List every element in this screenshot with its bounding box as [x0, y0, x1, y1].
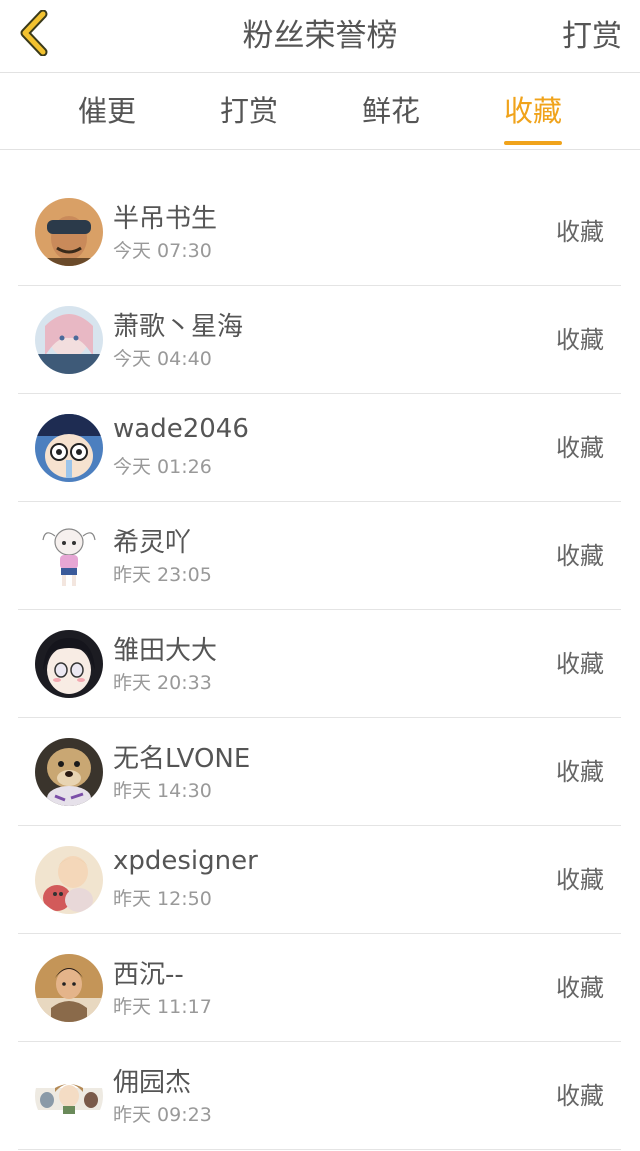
avatar	[35, 198, 103, 266]
avatar	[35, 630, 103, 698]
collect-label: 收藏	[556, 434, 604, 462]
list-item[interactable]: wade2046 今天 01:26 收藏	[18, 394, 621, 502]
fan-name: 希灵吖	[113, 528, 192, 558]
fan-time: 昨天 09:23	[113, 1104, 212, 1126]
fan-time: 昨天 23:05	[113, 564, 212, 586]
list-item[interactable]: 希灵吖 昨天 23:05 收藏	[18, 502, 621, 610]
tab-collect[interactable]: 收藏	[503, 73, 563, 149]
fan-name: xpdesigner	[113, 846, 258, 876]
active-tab-indicator	[503, 141, 563, 145]
collect-label: 收藏	[556, 650, 604, 678]
fan-list: 半吊书生 今天 07:30 收藏 萧歌丶星海 今天 04:40 收藏 wade2…	[18, 178, 621, 1150]
avatar	[35, 954, 103, 1022]
list-item[interactable]: 半吊书生 今天 07:30 收藏	[18, 178, 621, 286]
fan-name: 半吊书生	[113, 204, 218, 234]
tab-reward[interactable]: 打赏	[220, 73, 278, 149]
tab-label: 催更	[77, 94, 137, 128]
fan-name: 雏田大大	[113, 636, 218, 666]
avatar	[35, 738, 103, 806]
fan-time: 昨天 20:33	[113, 672, 212, 694]
list-item[interactable]: 萧歌丶星海 今天 04:40 收藏	[18, 286, 621, 394]
fan-time: 今天 07:30	[113, 240, 212, 262]
tab-label: 打赏	[219, 94, 279, 128]
collect-label: 收藏	[556, 1082, 604, 1110]
list-item[interactable]: 雏田大大 昨天 20:33 收藏	[18, 610, 621, 718]
collect-label: 收藏	[556, 218, 604, 246]
fan-name: 无名LVONE	[113, 744, 251, 774]
avatar	[35, 846, 103, 914]
fan-time: 昨天 11:17	[113, 996, 212, 1018]
avatar	[35, 306, 103, 374]
fan-name: 西沉--	[113, 960, 184, 990]
list-item[interactable]: 无名LVONE 昨天 14:30 收藏	[18, 718, 621, 826]
fan-name: 萧歌丶星海	[113, 312, 244, 342]
page-title: 粉丝荣誉榜	[242, 18, 398, 54]
tab-label: 鲜花	[361, 94, 421, 128]
avatar	[35, 522, 103, 590]
collect-label: 收藏	[556, 326, 604, 354]
fan-time: 今天 04:40	[113, 348, 212, 370]
list-item[interactable]: xpdesigner 昨天 12:50 收藏	[18, 826, 621, 934]
tab-urge[interactable]: 催更	[78, 73, 136, 149]
collect-label: 收藏	[556, 758, 604, 786]
avatar	[35, 414, 103, 482]
fan-name: wade2046	[113, 414, 249, 444]
collect-label: 收藏	[556, 866, 604, 894]
list-item[interactable]: 佣园杰 昨天 09:23 收藏	[18, 1042, 621, 1150]
reward-button[interactable]: 打赏	[562, 0, 622, 73]
fan-time: 今天 01:26	[113, 456, 212, 478]
top-bar: 粉丝荣誉榜 打赏	[0, 0, 640, 73]
fan-time: 昨天 12:50	[113, 888, 212, 910]
tab-label: 收藏	[503, 94, 563, 128]
tab-bar: 催更 打赏 鲜花 收藏	[0, 73, 640, 150]
fan-name: 佣园杰	[113, 1068, 192, 1098]
collect-label: 收藏	[556, 542, 604, 570]
list-item[interactable]: 西沉-- 昨天 11:17 收藏	[18, 934, 621, 1042]
fan-time: 昨天 14:30	[113, 780, 212, 802]
avatar	[35, 1062, 103, 1130]
collect-label: 收藏	[556, 974, 604, 1002]
tab-flowers[interactable]: 鲜花	[362, 73, 420, 149]
